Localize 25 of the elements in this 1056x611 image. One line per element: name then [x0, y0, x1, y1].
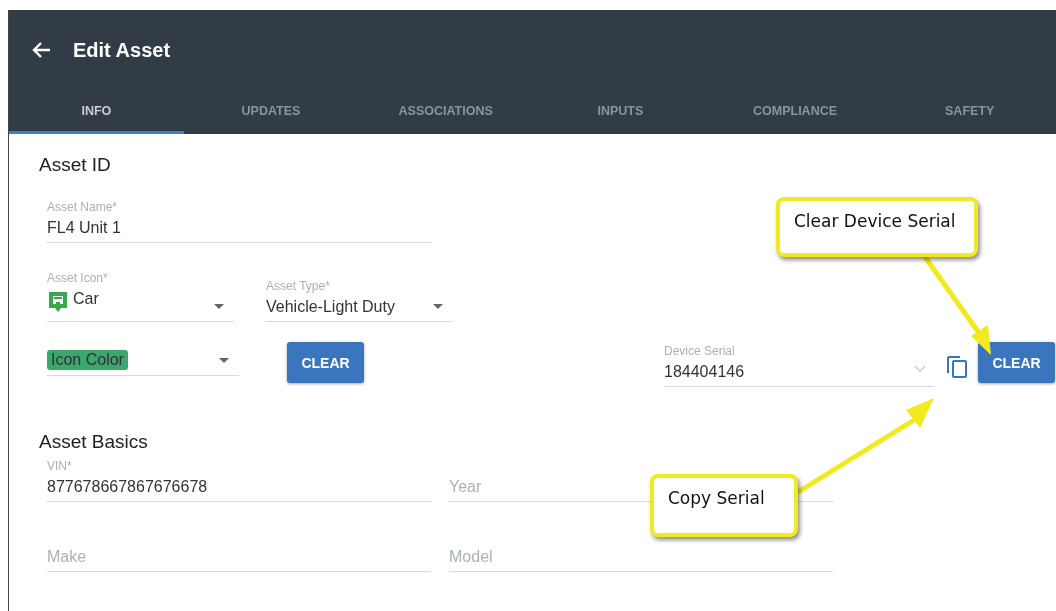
select-field[interactable]: Device Serial 184404146 — [664, 344, 934, 387]
input-field[interactable]: Asset Name* FL4 Unit 1 — [47, 200, 431, 243]
input-field[interactable]: VIN* 877678667867676678 — [47, 459, 431, 502]
tab[interactable]: INFO — [9, 90, 184, 134]
section-title: Asset ID — [39, 154, 112, 176]
clear-button[interactable]: CLEAR — [287, 342, 364, 383]
caret-icon — [219, 358, 229, 363]
copy-icon[interactable] — [946, 354, 968, 378]
tab[interactable]: COMPLIANCE — [707, 90, 883, 134]
clear-button[interactable]: CLEAR — [978, 342, 1055, 383]
tab[interactable]: SAFETY — [882, 90, 1056, 134]
tab[interactable]: INPUTS — [533, 90, 708, 134]
callout: Clear Device Serial — [776, 197, 978, 257]
callout: Copy Serial — [650, 474, 798, 537]
select-field[interactable]: Icon Color — [47, 350, 239, 376]
caret-icon — [214, 304, 224, 309]
page-title: Edit Asset — [73, 38, 171, 62]
select-field[interactable]: Asset Type* Vehicle-Light Duty — [266, 279, 453, 322]
caret-icon — [433, 304, 443, 309]
tab[interactable]: ASSOCIATIONS — [358, 90, 533, 134]
back-arrow-icon[interactable] — [31, 41, 51, 59]
chevron-icon — [914, 365, 926, 372]
section-title: Asset Basics — [39, 431, 149, 453]
tab[interactable]: UPDATES — [183, 90, 359, 134]
select-field[interactable]: Asset Icon* Car — [47, 271, 234, 322]
